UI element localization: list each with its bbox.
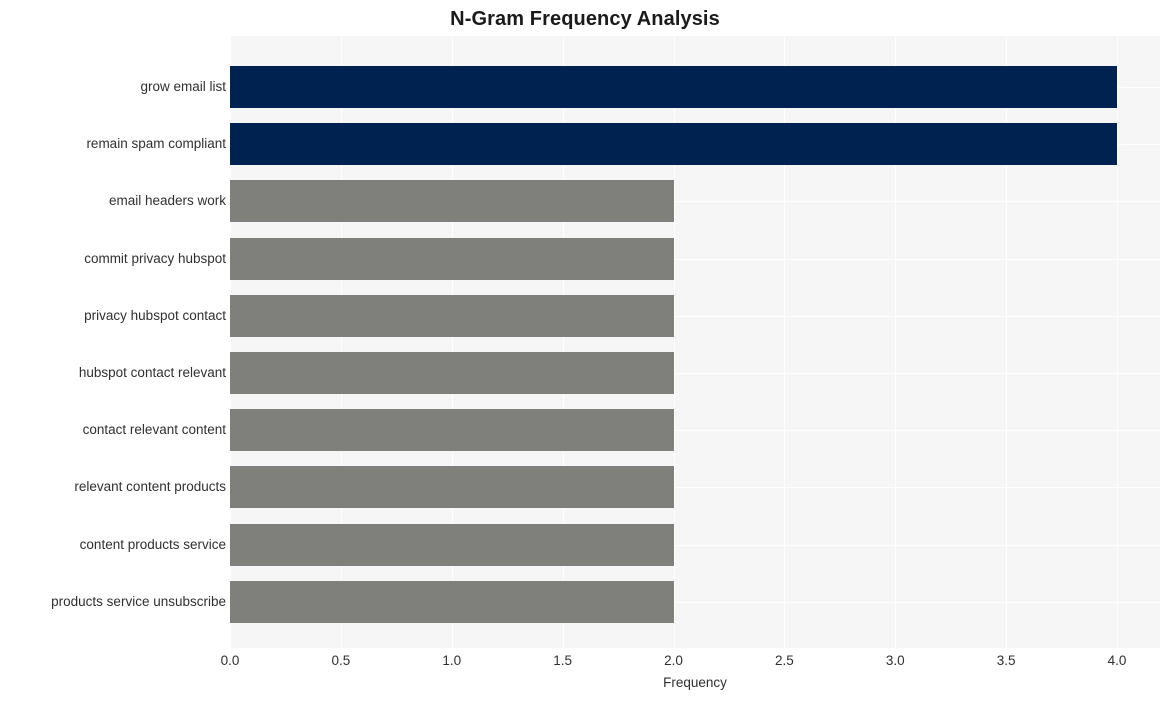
bar [230, 180, 674, 223]
plot-area [230, 36, 1160, 648]
x-tick-label: 2.5 [774, 653, 794, 668]
chart-figure: N-Gram Frequency Analysis grow email lis… [0, 0, 1170, 701]
x-axis-label: Frequency [663, 675, 727, 690]
bar [230, 580, 674, 623]
bar [230, 523, 674, 566]
y-tick-label: products service unsubscribe [51, 593, 226, 609]
bar [230, 409, 674, 452]
y-tick-label: privacy hubspot contact [84, 307, 226, 323]
y-tick-label: email headers work [108, 193, 226, 209]
x-tick-label: 3.0 [885, 653, 905, 668]
x-tick-label: 0.0 [220, 653, 240, 668]
x-tick-label: 4.0 [1107, 653, 1127, 668]
y-tick-label: hubspot contact relevant [78, 365, 226, 380]
bar [230, 66, 1117, 108]
chart-title: N-Gram Frequency Analysis [450, 8, 720, 30]
x-tick-label: 1.5 [553, 653, 573, 668]
y-tick-label: contact relevant content [82, 422, 226, 438]
x-tick-label: 3.5 [996, 653, 1016, 668]
bar [230, 466, 674, 509]
vertical-gridline [1117, 36, 1118, 648]
x-tick-label: 1.0 [442, 653, 462, 668]
bar [230, 237, 674, 280]
bar [230, 123, 1117, 166]
y-tick-label: content products service [79, 536, 226, 552]
x-tick-label: 2.0 [664, 653, 683, 668]
bar [230, 352, 674, 394]
y-tick-label: relevant content products [74, 479, 226, 495]
y-tick-label: grow email list [140, 79, 226, 94]
y-tick-label: remain spam compliant [86, 136, 226, 152]
x-tick-label: 0.5 [331, 653, 351, 668]
y-tick-label: commit privacy hubspot [84, 250, 226, 266]
bar [230, 294, 674, 337]
